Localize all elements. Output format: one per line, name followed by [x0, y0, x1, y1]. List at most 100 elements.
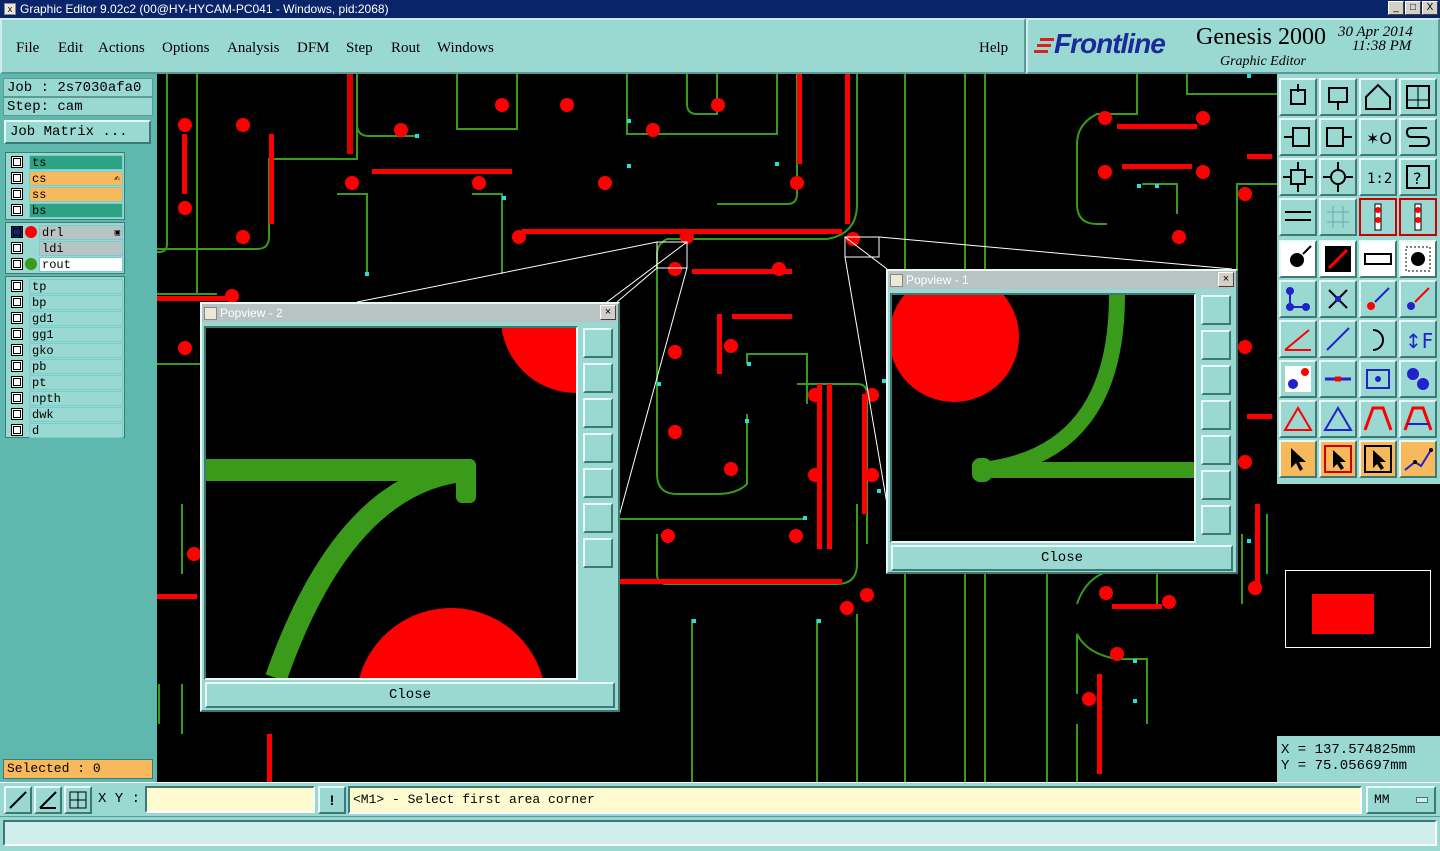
popview-pan-up-button[interactable] — [1201, 330, 1231, 360]
arc-icon[interactable] — [1359, 320, 1397, 358]
layer-name[interactable]: gko — [29, 342, 123, 358]
layer-row-ss[interactable]: ss — [7, 186, 123, 202]
snap-pad-icon[interactable] — [1359, 198, 1397, 236]
layer-name[interactable]: d — [29, 422, 123, 438]
layer-checkbox[interactable] — [11, 242, 23, 254]
popview-1-close-button[interactable]: Close — [891, 545, 1233, 571]
overview-minimap[interactable] — [1277, 484, 1440, 736]
delete-cross-icon[interactable] — [1319, 280, 1357, 318]
add-line-icon[interactable] — [1319, 240, 1357, 278]
select-pointer-icon[interactable] — [1279, 440, 1317, 478]
window-layout-icon[interactable] — [1399, 78, 1437, 116]
popview-2-close-x[interactable]: × — [600, 305, 616, 320]
menu-rout[interactable]: Rout — [391, 40, 420, 57]
triangle-blue-icon[interactable] — [1319, 400, 1357, 438]
zoom-area-icon[interactable] — [4, 786, 32, 814]
grid-icon[interactable] — [1319, 198, 1357, 236]
popview-pan-down-button[interactable] — [1201, 365, 1231, 395]
layer-name[interactable]: cs ✍ — [29, 170, 123, 186]
close-window-button[interactable]: X — [1422, 1, 1438, 15]
layer-checkbox[interactable] — [11, 424, 23, 436]
layer-checkbox[interactable] — [11, 258, 23, 270]
layer-name[interactable]: bp — [29, 294, 123, 310]
warning-button[interactable]: ! — [318, 786, 346, 814]
menu-file[interactable]: File — [16, 40, 39, 57]
angle-line-icon[interactable] — [1279, 320, 1317, 358]
draw-line-icon[interactable] — [1319, 320, 1357, 358]
bridge-blue-icon[interactable] — [1399, 400, 1437, 438]
text-feature-icon[interactable]: ↕F — [1399, 320, 1437, 358]
home-top-icon[interactable] — [1279, 78, 1317, 116]
minimize-button[interactable]: _ — [1388, 1, 1404, 15]
popview-2-canvas[interactable] — [204, 326, 578, 680]
layer-name[interactable]: dwk — [29, 406, 123, 422]
menu-analysis[interactable]: Analysis — [227, 40, 280, 57]
menu-actions[interactable]: Actions — [98, 40, 145, 57]
layer-name[interactable]: pt — [29, 374, 123, 390]
layer-row-npth[interactable]: npth — [7, 390, 123, 406]
group-pads-icon[interactable] — [1399, 360, 1437, 398]
measure-ruler-icon[interactable] — [1359, 240, 1397, 278]
popview-pan-down-button[interactable] — [583, 398, 613, 428]
snap-pad-alt-icon[interactable] — [1399, 198, 1437, 236]
menu-windows[interactable]: Windows — [437, 40, 494, 57]
units-select[interactable]: MM — [1366, 786, 1436, 814]
pan-right-icon[interactable] — [1319, 118, 1357, 156]
layer-name[interactable]: bs — [29, 202, 123, 218]
menu-options[interactable]: Options — [162, 40, 210, 57]
popview-pan-up-button[interactable] — [583, 363, 613, 393]
triangle-red-icon[interactable] — [1279, 400, 1317, 438]
menu-step[interactable]: Step — [346, 40, 373, 57]
layer-checkbox[interactable] — [11, 156, 23, 168]
help-question-icon[interactable]: ? — [1399, 158, 1437, 196]
zoom-home-icon[interactable] — [1279, 158, 1317, 196]
layer-row-bp[interactable]: bp — [7, 294, 123, 310]
layer-row-gd1[interactable]: gd1 — [7, 310, 123, 326]
redraw-icon[interactable] — [1399, 118, 1437, 156]
layer-checkbox[interactable] — [11, 360, 23, 372]
layer-checkbox[interactable] — [11, 312, 23, 324]
layer-checkbox[interactable] — [11, 280, 23, 292]
xy-input[interactable] — [145, 786, 315, 813]
maximize-button[interactable]: □ — [1405, 1, 1421, 15]
layer-name[interactable]: gd1 — [29, 310, 123, 326]
popview-zoom-fit-button[interactable] — [1201, 295, 1231, 325]
layer-checkbox[interactable] — [11, 376, 23, 388]
layer-row-drl[interactable]: drl ▣ — [7, 224, 123, 240]
layer-name[interactable]: ldi — [39, 240, 123, 256]
pan-left-icon[interactable] — [1279, 118, 1317, 156]
layer-name[interactable]: tp — [29, 278, 123, 294]
layer-row-rout[interactable]: rout — [7, 256, 123, 272]
layer-checkbox[interactable] — [11, 344, 23, 356]
layer-name[interactable]: rout — [39, 256, 123, 272]
zoom-1-to-2-icon[interactable]: 1:2 — [1359, 158, 1397, 196]
menu-help[interactable]: Help — [979, 40, 1008, 57]
layer-checkbox[interactable] — [11, 204, 23, 216]
layer-checkbox[interactable] — [11, 172, 23, 184]
popview-2-close-button[interactable]: Close — [205, 682, 615, 708]
layer-name[interactable]: ts — [29, 154, 123, 170]
grid-snap-icon[interactable] — [64, 786, 92, 814]
pad-select-icon[interactable] — [1279, 360, 1317, 398]
layer-row-d[interactable]: d — [7, 422, 123, 438]
menu-dfm[interactable]: DFM — [297, 40, 330, 57]
move-feature-icon[interactable] — [1359, 280, 1397, 318]
layer-checkbox[interactable] — [11, 296, 23, 308]
layer-checkbox[interactable] — [11, 188, 23, 200]
add-pad-icon[interactable] — [1399, 240, 1437, 278]
layer-name[interactable]: pb — [29, 358, 123, 374]
layer-row-pt[interactable]: pt — [7, 374, 123, 390]
connect-nodes-icon[interactable] — [1279, 280, 1317, 318]
layer-checkbox[interactable] — [11, 226, 23, 238]
pan-down-icon[interactable] — [1319, 78, 1357, 116]
add-feature-icon[interactable] — [1279, 240, 1317, 278]
home-icon[interactable] — [1359, 78, 1397, 116]
layer-row-ts[interactable]: ts — [7, 154, 123, 170]
layer-name[interactable]: gg1 — [29, 326, 123, 342]
layer-row-pb[interactable]: pb — [7, 358, 123, 374]
zoom-fit-icon[interactable] — [1319, 158, 1357, 196]
zoom-previous-icon[interactable]: ✶O — [1359, 118, 1397, 156]
layer-checkbox[interactable] — [11, 392, 23, 404]
select-box-icon[interactable] — [1359, 440, 1397, 478]
layer-name[interactable]: drl ▣ — [39, 224, 123, 240]
